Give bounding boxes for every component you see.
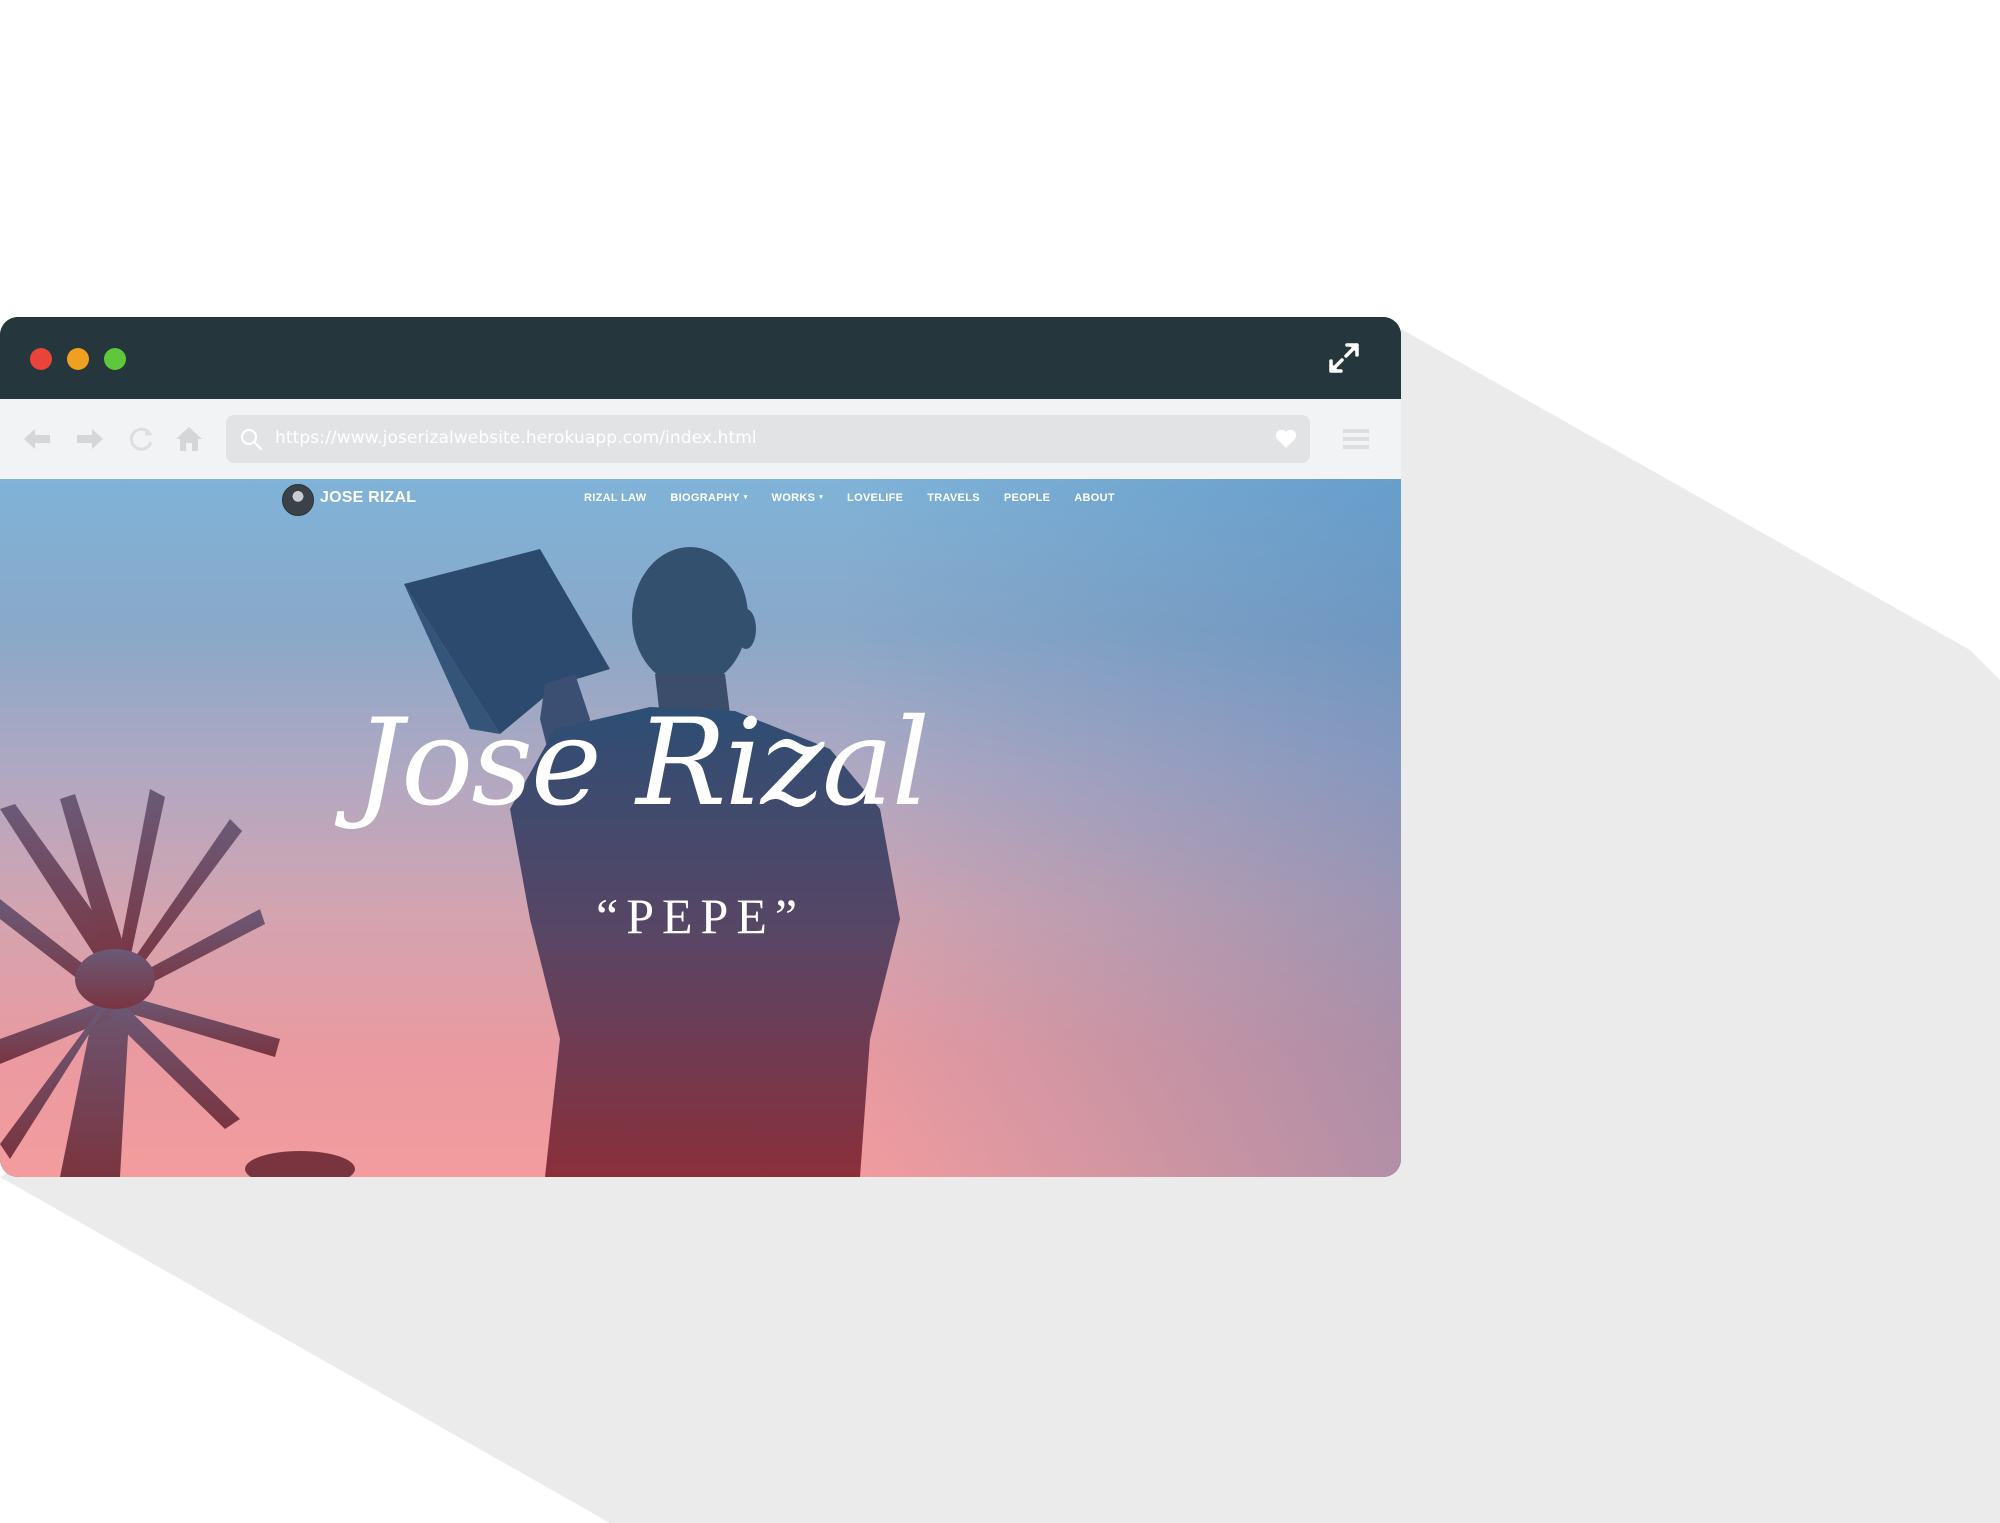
- heart-icon[interactable]: [1274, 427, 1298, 451]
- site-brand[interactable]: JOSE RIZAL: [320, 489, 416, 507]
- home-icon[interactable]: [174, 424, 204, 454]
- site-navbar: JOSE RIZAL RIZAL LAW BIOGRAPHY ▾ WORKS ▾ L…: [0, 479, 1401, 519]
- nav-link-people[interactable]: PEOPLE: [1004, 492, 1050, 504]
- chevron-down-icon: ▾: [743, 494, 748, 501]
- window-titlebar: [0, 317, 1401, 399]
- chevron-down-icon: ▾: [819, 494, 824, 501]
- nav-link-lovelife[interactable]: LOVELIFE: [847, 492, 903, 504]
- browser-window: https://www.joserizalwebsite.herokuapp.c…: [0, 317, 1401, 1177]
- url-text[interactable]: https://www.joserizalwebsite.herokuapp.c…: [275, 428, 757, 448]
- address-bar[interactable]: https://www.joserizalwebsite.herokuapp.c…: [226, 415, 1310, 463]
- browser-toolbar: https://www.joserizalwebsite.herokuapp.c…: [0, 399, 1401, 479]
- reload-icon[interactable]: [126, 424, 156, 454]
- back-arrow-icon[interactable]: [22, 424, 52, 454]
- expand-icon[interactable]: [1327, 341, 1361, 375]
- hero-title: Jose Rizal: [355, 694, 930, 833]
- nav-link-rizal-law[interactable]: RIZAL LAW: [584, 492, 646, 504]
- nav-link-works[interactable]: WORKS ▾: [772, 492, 824, 504]
- forward-arrow-icon[interactable]: [75, 424, 105, 454]
- hamburger-menu-icon[interactable]: [1341, 424, 1371, 454]
- search-icon: [240, 428, 263, 451]
- nav-link-about[interactable]: ABOUT: [1074, 492, 1115, 504]
- hero-subtitle: “PEPE”: [596, 888, 806, 944]
- site-logo-avatar[interactable]: [282, 484, 314, 516]
- page-viewport: JOSE RIZAL RIZAL LAW BIOGRAPHY ▾ WORKS ▾ L…: [0, 479, 1401, 1177]
- close-window-button[interactable]: [30, 348, 52, 370]
- maximize-window-button[interactable]: [104, 348, 126, 370]
- nav-link-biography[interactable]: BIOGRAPHY ▾: [670, 492, 747, 504]
- minimize-window-button[interactable]: [67, 348, 89, 370]
- site-nav-links: RIZAL LAW BIOGRAPHY ▾ WORKS ▾ LOVELIFE TRA…: [584, 492, 1139, 504]
- nav-link-travels[interactable]: TRAVELS: [927, 492, 980, 504]
